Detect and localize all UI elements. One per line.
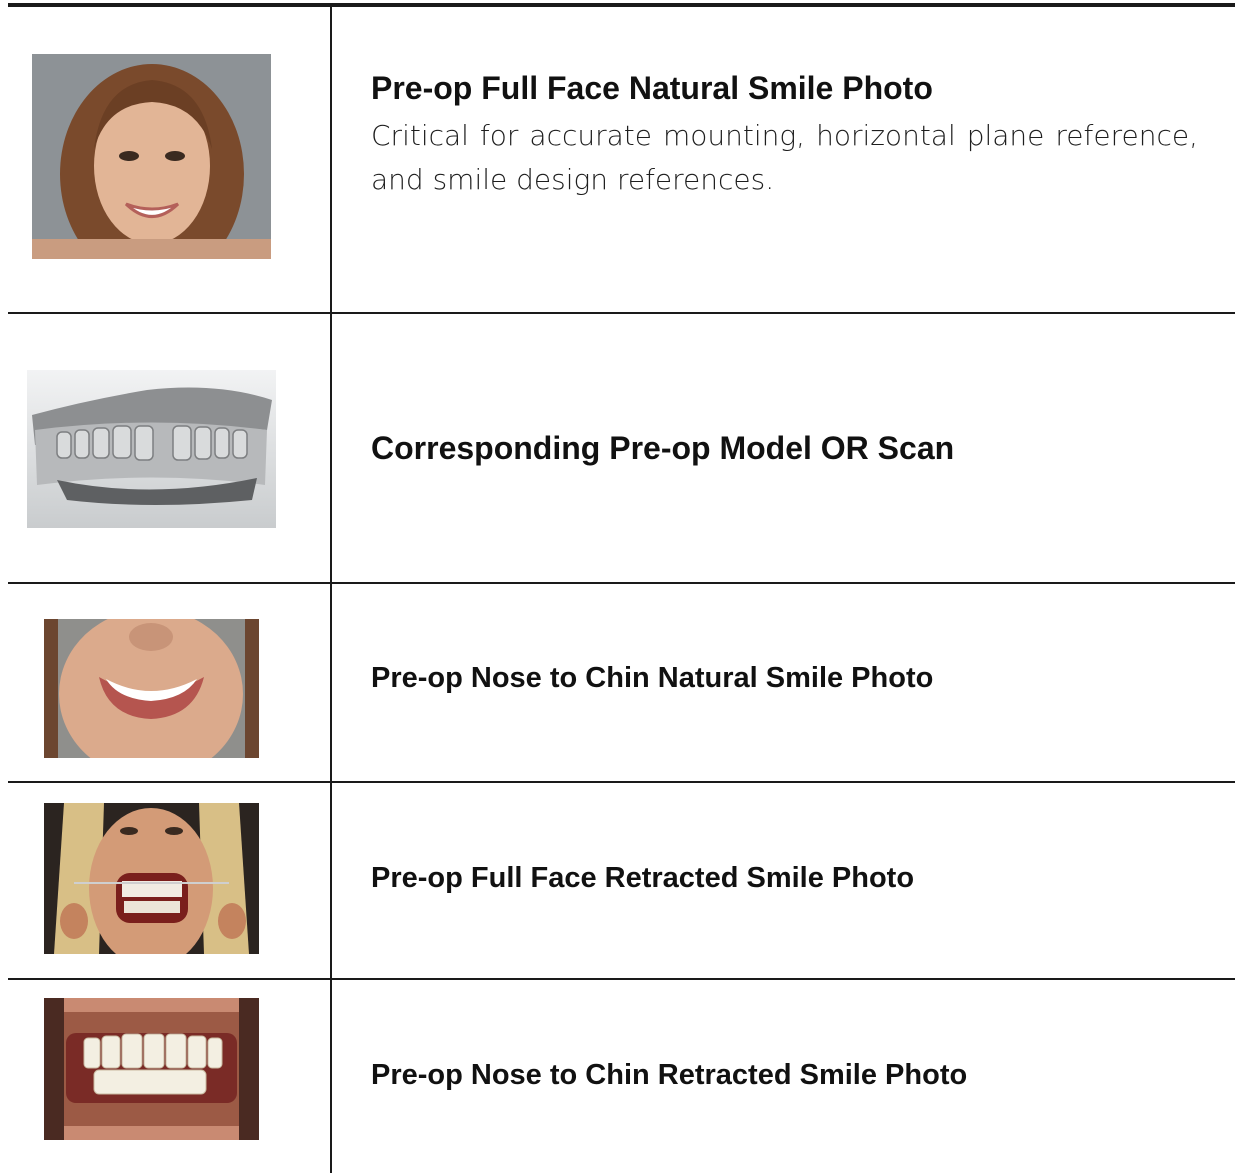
row-5-title: Pre-op Nose to Chin Retracted Smile Phot… — [371, 1059, 968, 1091]
nose-to-chin-natural-smile-photo — [44, 619, 259, 758]
row-4-title: Pre-op Full Face Retracted Smile Photo — [371, 862, 915, 894]
nose-to-chin-retracted-smile-photo — [44, 998, 259, 1140]
row-3-title: Pre-op Nose to Chin Natural Smile Photo — [371, 662, 934, 694]
table-top-border — [8, 3, 1235, 7]
column-divider — [330, 7, 332, 1173]
row-divider — [8, 312, 1235, 314]
row-divider — [8, 781, 1235, 783]
full-face-natural-smile-photo — [32, 54, 271, 259]
row-divider — [8, 978, 1235, 980]
row-2-title: Corresponding Pre-op Model OR Scan — [371, 430, 955, 466]
row-1-title: Pre-op Full Face Natural Smile Photo — [371, 70, 933, 106]
full-face-retracted-smile-photo — [44, 803, 259, 954]
row-divider — [8, 582, 1235, 584]
dental-model-scan — [27, 370, 276, 528]
row-1-description: Critical for accurate mounting, horizont… — [371, 119, 1198, 196]
